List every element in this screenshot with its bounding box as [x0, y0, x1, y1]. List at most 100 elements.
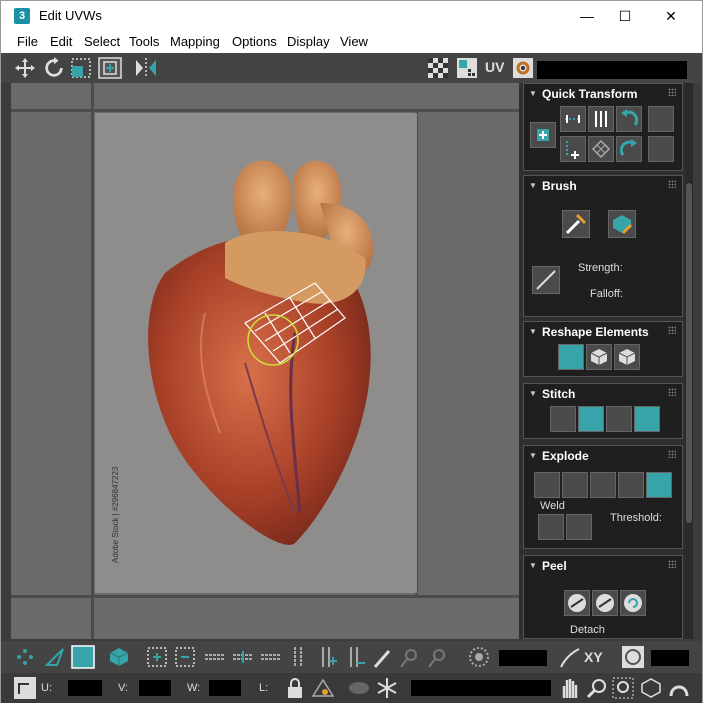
- grip-icon[interactable]: [668, 326, 676, 334]
- lock-icon[interactable]: [283, 676, 307, 700]
- rollout-title[interactable]: Brush: [542, 179, 577, 193]
- snap-icon[interactable]: [667, 676, 691, 700]
- falloff-value[interactable]: [651, 650, 689, 666]
- soft-select-value[interactable]: [499, 650, 547, 666]
- menu-edit[interactable]: Edit: [50, 34, 72, 49]
- settings-gear-icon[interactable]: [511, 56, 535, 80]
- paint-shrink-icon[interactable]: [425, 645, 449, 669]
- uv-viewport[interactable]: Adobe Stock | #296847223: [11, 83, 519, 639]
- edge-select-icon[interactable]: [43, 645, 67, 669]
- peel-mode-icon[interactable]: [592, 590, 618, 616]
- loop-icon[interactable]: [203, 645, 227, 669]
- hide-icon[interactable]: [347, 676, 371, 700]
- align-horizontal-icon[interactable]: [560, 106, 586, 132]
- grip-icon[interactable]: [668, 388, 676, 396]
- explode-grid-icon[interactable]: [590, 472, 616, 498]
- align-edge-icon[interactable]: [560, 136, 586, 162]
- panel-scrollbar[interactable]: [685, 83, 693, 639]
- reset-peel-icon[interactable]: [620, 590, 646, 616]
- pivot-icon[interactable]: [530, 122, 556, 148]
- soft-selection-icon[interactable]: [467, 645, 491, 669]
- grow-selection-icon[interactable]: [145, 645, 169, 669]
- rotate-cw-icon[interactable]: [616, 136, 642, 162]
- close-button[interactable]: ✕: [648, 1, 694, 31]
- scale-icon[interactable]: [69, 56, 93, 80]
- freeze-snowflake-icon[interactable]: [375, 676, 399, 700]
- v-field[interactable]: [139, 680, 171, 696]
- stitch-source-icon[interactable]: [578, 406, 604, 432]
- menu-options[interactable]: Options: [232, 34, 277, 49]
- diamond-grid-icon[interactable]: [588, 136, 614, 162]
- grip-icon[interactable]: [668, 450, 676, 458]
- selection-set-field[interactable]: [411, 680, 551, 696]
- paint-select-icon[interactable]: [371, 645, 395, 669]
- falloff-distance-icon[interactable]: [621, 645, 645, 669]
- u-field[interactable]: [68, 680, 102, 696]
- loop-shrink-icon[interactable]: [259, 645, 283, 669]
- zoom-icon[interactable]: [585, 676, 609, 700]
- rotate-ccw-icon[interactable]: [616, 106, 642, 132]
- flatten-icon[interactable]: [646, 472, 672, 498]
- menu-display[interactable]: Display: [287, 34, 330, 49]
- rollout-title[interactable]: Stitch: [542, 387, 575, 401]
- paint-grow-icon[interactable]: [397, 645, 421, 669]
- show-hidden-icon[interactable]: [311, 676, 335, 700]
- rollout-title[interactable]: Peel: [542, 559, 567, 573]
- scroll-thumb[interactable]: [686, 183, 692, 523]
- zoom-extents-icon[interactable]: [639, 676, 663, 700]
- move-icon[interactable]: [13, 56, 37, 80]
- menu-mapping[interactable]: Mapping: [170, 34, 220, 49]
- collapse-arrow-icon[interactable]: ▼: [529, 89, 537, 98]
- pan-hand-icon[interactable]: [557, 676, 581, 700]
- detach-edge-icon[interactable]: [562, 472, 588, 498]
- stitch-target-icon[interactable]: [634, 406, 660, 432]
- brush-line-icon[interactable]: [532, 266, 560, 294]
- falloff-curve-icon[interactable]: [557, 645, 581, 669]
- ring-icon[interactable]: [287, 645, 311, 669]
- zoom-region-icon[interactable]: [611, 676, 635, 700]
- stitch-custom-icon[interactable]: [550, 406, 576, 432]
- face-select-icon[interactable]: [71, 645, 95, 669]
- grip-icon[interactable]: [668, 88, 676, 96]
- paint-brush-icon[interactable]: [562, 210, 590, 238]
- shrink-selection-icon[interactable]: [173, 645, 197, 669]
- weld-target-icon[interactable]: [566, 514, 592, 540]
- freeform-icon[interactable]: [97, 56, 123, 80]
- space-horizontal-icon[interactable]: [648, 106, 674, 132]
- collapse-arrow-icon[interactable]: ▼: [529, 389, 537, 398]
- straighten-icon[interactable]: [558, 344, 584, 370]
- explode-checker-icon[interactable]: [618, 472, 644, 498]
- ring-shrink-icon[interactable]: [343, 645, 367, 669]
- vertex-select-icon[interactable]: [13, 645, 37, 669]
- quick-peel-icon[interactable]: [564, 590, 590, 616]
- relax-cube-icon[interactable]: [586, 344, 612, 370]
- menu-tools[interactable]: Tools: [129, 34, 159, 49]
- menu-file[interactable]: File: [17, 34, 38, 49]
- loop-grow-icon[interactable]: [231, 645, 255, 669]
- weld-selected-icon[interactable]: [538, 514, 564, 540]
- menu-select[interactable]: Select: [84, 34, 120, 49]
- maximize-button[interactable]: ☐: [602, 1, 648, 31]
- relax-brush-icon[interactable]: [608, 210, 636, 238]
- break-icon[interactable]: [534, 472, 560, 498]
- stitch-average-icon[interactable]: [606, 406, 632, 432]
- menu-view[interactable]: View: [340, 34, 368, 49]
- element-select-icon[interactable]: [107, 645, 131, 669]
- rollout-title[interactable]: Explode: [542, 449, 589, 463]
- texture-dropdown[interactable]: [537, 61, 687, 79]
- align-vertical-icon[interactable]: [588, 106, 614, 132]
- collapse-arrow-icon[interactable]: ▼: [529, 451, 537, 460]
- checker-pattern-icon[interactable]: [426, 56, 450, 80]
- space-vertical-icon[interactable]: [648, 136, 674, 162]
- grip-icon[interactable]: [668, 560, 676, 568]
- xy-label[interactable]: XY: [584, 649, 603, 665]
- rollout-title[interactable]: Reshape Elements: [542, 325, 649, 339]
- absolute-offset-icon[interactable]: [13, 676, 37, 700]
- cube-icon[interactable]: [614, 344, 640, 370]
- collapse-arrow-icon[interactable]: ▼: [529, 561, 537, 570]
- ring-grow-icon[interactable]: [315, 645, 339, 669]
- collapse-arrow-icon[interactable]: ▼: [529, 181, 537, 190]
- rollout-title[interactable]: Quick Transform: [542, 87, 637, 101]
- collapse-arrow-icon[interactable]: ▼: [529, 327, 537, 336]
- grip-icon[interactable]: [668, 180, 676, 188]
